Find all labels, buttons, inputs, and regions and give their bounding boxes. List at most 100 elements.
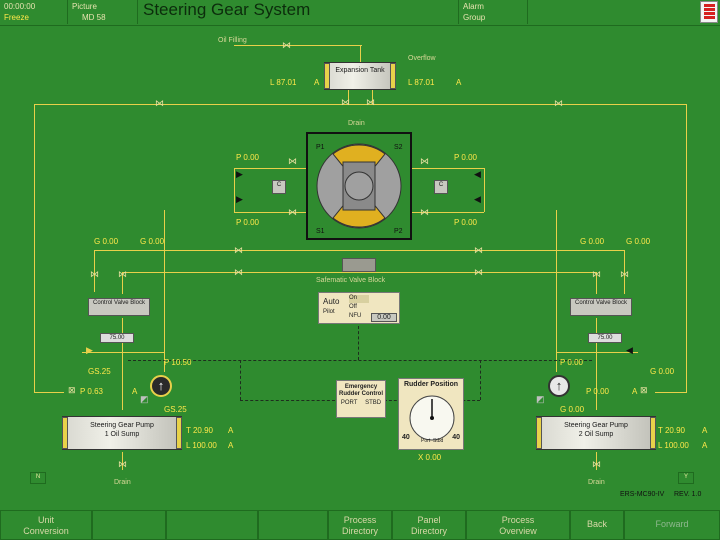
pipe-safematic-upper: [94, 250, 624, 251]
nav-button-blank-3[interactable]: [258, 510, 328, 540]
autopilot-panel[interactable]: Auto Pilot On Off NFU 0.00: [318, 292, 400, 324]
sump-left-cap-left: [62, 417, 68, 449]
pipe-right-cv-down: [596, 318, 597, 410]
drain-valve-left-icon[interactable]: ⋈: [118, 460, 127, 469]
check-valve-l1-icon[interactable]: ▶: [236, 170, 243, 179]
ram-valve-ll-icon[interactable]: ⋈: [288, 208, 297, 217]
pressure-upper-right: P 0.00: [454, 153, 477, 162]
signal-line-right-down: [480, 360, 481, 400]
ram-valve-ul-icon[interactable]: ⋈: [288, 157, 297, 166]
filter-right-icon[interactable]: ⊠: [640, 386, 648, 395]
pressure-lower-left: P 0.00: [236, 218, 259, 227]
safematic-block[interactable]: [342, 258, 376, 272]
company-logo: [700, 1, 718, 23]
emergency-stbd-button[interactable]: STBD: [365, 400, 381, 407]
chamber-s2-label: S2: [394, 144, 403, 151]
emergency-port-button[interactable]: PORT: [341, 400, 358, 407]
clock-cell[interactable]: 00:00:00 Freeze: [0, 0, 68, 24]
pipe-pump1-riser: [164, 210, 165, 372]
level-right-value: L 87.01: [408, 78, 435, 87]
chamber-p1-label: P1: [316, 144, 325, 151]
process-overview-button[interactable]: Process Overview: [466, 510, 570, 540]
n-indicator[interactable]: N: [30, 472, 46, 484]
top-bar: 00:00:00 Freeze Picture MD 58 Steering G…: [0, 0, 720, 26]
freeze-text: Freeze: [4, 13, 29, 22]
level-left-value: L 87.01: [270, 78, 297, 87]
autopilot-on-button[interactable]: On: [349, 295, 369, 303]
group-label: Group: [463, 13, 486, 22]
oil-sump-left-label: Steering Gear Pump 1 Oil Sump: [90, 422, 154, 438]
expansion-tank[interactable]: Expansion Tank: [324, 62, 396, 90]
ram-valve-ur-icon[interactable]: ⋈: [420, 157, 429, 166]
bypass-left-icon[interactable]: C: [272, 180, 286, 194]
pipe-ram-left-upper: [234, 168, 306, 169]
emergency-rudder-panel[interactable]: Emergency Rudder Control PORT STBD: [336, 380, 386, 418]
process-directory-button[interactable]: Process Directory: [328, 510, 392, 540]
nav-button-blank-2[interactable]: [166, 510, 258, 540]
check-valve-l2-icon[interactable]: ▶: [236, 195, 243, 204]
valve-top-right-icon[interactable]: ⋈: [554, 99, 563, 108]
relief-setpoint-right[interactable]: 75.00: [588, 333, 622, 343]
relief-valve-right-icon[interactable]: ◀: [626, 346, 633, 355]
control-valve-block-right[interactable]: Control Valve Block: [570, 298, 632, 316]
relief-valve-left-icon[interactable]: ▶: [86, 346, 93, 355]
oil-sump-right-label: Steering Gear Pump 2 Oil Sump: [564, 422, 628, 438]
pump2-start-button[interactable]: ↑: [548, 375, 570, 397]
valve-top-left-icon[interactable]: ⋈: [155, 99, 164, 108]
oil-filling-valve-icon[interactable]: ⋈: [282, 41, 291, 50]
gs-reading-l1: GS.25: [88, 367, 111, 376]
tank-valve-right-icon[interactable]: ⋈: [366, 98, 375, 107]
valve-right-1-icon[interactable]: ⋈: [592, 270, 601, 279]
rudder-stbd-label: Stbd: [433, 438, 444, 444]
pipe-pump2-riser: [556, 210, 557, 372]
filter-left-icon[interactable]: ⊠: [68, 386, 76, 395]
tank-cap-left: [324, 63, 330, 89]
rudder-position-title: Rudder Position: [403, 381, 459, 388]
check-valve-r2-icon[interactable]: ◀: [474, 195, 481, 204]
safematic-valve-lr-icon[interactable]: ⋈: [474, 268, 483, 277]
oil-sump-right[interactable]: Steering Gear Pump 2 Oil Sump: [536, 416, 656, 450]
safematic-valve-ul-icon[interactable]: ⋈: [234, 246, 243, 255]
dp-left-value: P 0.63: [80, 387, 103, 396]
bottom-nav-bar: Unit Conversion Process Directory Panel Dir…: [0, 510, 720, 540]
y-indicator[interactable]: Y: [678, 472, 694, 484]
tank-valve-left-icon[interactable]: ⋈: [341, 98, 350, 107]
valve-right-2-icon[interactable]: ⋈: [620, 270, 629, 279]
panel-directory-button[interactable]: Panel Directory: [392, 510, 466, 540]
alarm-group-button[interactable]: Alarm Group: [458, 0, 528, 24]
ram-valve-lr-icon[interactable]: ⋈: [420, 208, 429, 217]
oil-sump-left[interactable]: Steering Gear Pump 1 Oil Sump: [62, 416, 182, 450]
tank-cap-right: [390, 63, 396, 89]
rudder-left-scale: 40: [402, 434, 410, 441]
model-label: ERS-MC90-IV: [620, 491, 665, 498]
check-valve-r1-icon[interactable]: ◀: [474, 170, 481, 179]
drain-valve-right-icon[interactable]: ⋈: [592, 460, 601, 469]
forward-button[interactable]: Forward: [624, 510, 720, 540]
rudder-port-label: Port: [421, 438, 431, 444]
sump-right-temp-unit: A: [702, 426, 708, 435]
relief-setpoint-left[interactable]: 75.00: [100, 333, 134, 343]
drain-top-label: Drain: [348, 120, 365, 127]
nav-button-blank-1[interactable]: [92, 510, 166, 540]
autopilot-nfu-button[interactable]: NFU: [349, 313, 369, 321]
safematic-valve-ll-icon[interactable]: ⋈: [234, 268, 243, 277]
signal-line-autopilot: [358, 326, 359, 360]
pipe-ram-right-v: [484, 168, 485, 212]
autopilot-off-button[interactable]: Off: [349, 304, 369, 312]
autopilot-pilot-label: Pilot: [323, 309, 335, 315]
back-button[interactable]: Back: [570, 510, 624, 540]
valve-left-1-icon[interactable]: ⋈: [90, 270, 99, 279]
pipe-safematic-lower: [122, 272, 596, 273]
safematic-valve-ur-icon[interactable]: ⋈: [474, 246, 483, 255]
pipe-right-to-sump: [655, 392, 687, 393]
unit-conversion-button[interactable]: Unit Conversion: [0, 510, 92, 540]
page-title: Steering Gear System: [143, 0, 311, 19]
signal-line-left-er: [240, 400, 335, 401]
pipe-left-vertical: [34, 104, 35, 392]
clock-text: 00:00:00: [4, 2, 36, 11]
pump1-start-button[interactable]: ↑: [150, 375, 172, 397]
picture-cell[interactable]: Picture MD 58: [68, 0, 138, 24]
control-valve-block-left[interactable]: Control Valve Block: [88, 298, 150, 316]
bypass-right-icon[interactable]: C: [434, 180, 448, 194]
valve-left-2-icon[interactable]: ⋈: [118, 270, 127, 279]
